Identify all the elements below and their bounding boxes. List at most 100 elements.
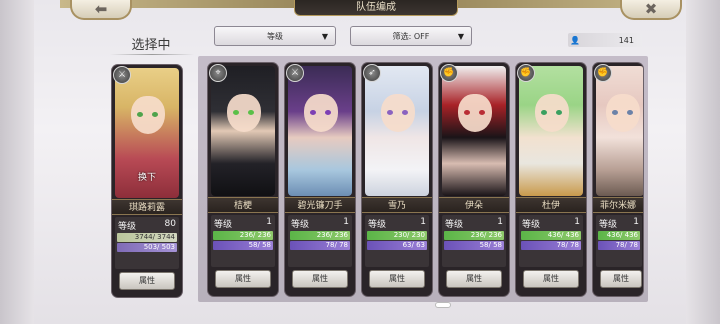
character-portrait xyxy=(211,66,275,196)
level-label: 等级 xyxy=(291,220,310,230)
hp-bar: 230/ 230 xyxy=(367,231,427,240)
attributes-button[interactable]: 属性 xyxy=(119,272,175,290)
sword-type-icon: ⚔ xyxy=(113,66,131,84)
page-title: 队伍编成 xyxy=(294,0,458,16)
level-value: 1 xyxy=(633,217,639,227)
back-arrow-icon: ⬅ xyxy=(94,0,108,18)
attributes-button[interactable]: 属性 xyxy=(292,270,348,288)
character-name: 菲尔米娜 xyxy=(593,197,643,213)
eye xyxy=(541,110,547,115)
roster-count: 141 xyxy=(618,35,634,45)
person-icon: 👤 xyxy=(570,35,580,45)
character-name: 碧光镰刀手 xyxy=(285,197,355,213)
roster-count-box: 👤 141 xyxy=(568,33,642,47)
character-card[interactable]: ✊ 伊朵 等级 1 236/ 236 58/ 58 属性 xyxy=(439,63,509,296)
character-name: 伊朵 xyxy=(439,197,509,213)
hp-bar: 436/ 436 xyxy=(598,231,640,240)
sp-bar: 503/ 503 xyxy=(117,243,177,252)
eye xyxy=(137,112,143,117)
character-card[interactable]: ⚔ 碧光镰刀手 等级 1 236/ 236 78/ 78 属性 xyxy=(285,63,355,296)
character-portrait xyxy=(596,66,643,196)
attributes-button[interactable]: 属性 xyxy=(446,270,502,288)
selecting-underline xyxy=(110,54,194,55)
eye xyxy=(233,110,239,115)
level-value: 1 xyxy=(266,217,272,227)
bow-type-icon: ➶ xyxy=(363,64,381,82)
level-value: 1 xyxy=(574,217,580,227)
sp-bar: 58/ 58 xyxy=(444,241,504,250)
fist-type-icon: ✊ xyxy=(440,64,458,82)
attributes-button[interactable]: 属性 xyxy=(215,270,271,288)
chevron-down-icon: ▼ xyxy=(321,32,328,41)
hp-bar: 236/ 236 xyxy=(213,231,273,240)
character-card[interactable]: ⌖ 桔梗 等级 1 236/ 236 58/ 58 属性 xyxy=(208,63,278,296)
level-value: 80 xyxy=(164,219,176,229)
eye xyxy=(612,110,618,115)
selected-character-card[interactable]: ⚔ 换下 琪路莉露 等级 80 3744/ 3744 503/ 503 属性 xyxy=(112,65,182,297)
character-portrait xyxy=(519,66,583,196)
eye xyxy=(556,110,562,115)
sword-type-icon: ⚔ xyxy=(286,64,304,82)
swap-out-label[interactable]: 换下 xyxy=(112,170,182,183)
sp-bar: 78/ 78 xyxy=(598,241,640,250)
eye xyxy=(325,110,331,115)
sort-dropdown[interactable]: 等级 ▼ xyxy=(214,26,336,46)
eye xyxy=(310,110,316,115)
sort-dropdown-value: 等级 xyxy=(267,31,283,41)
level-label: 等级 xyxy=(118,222,137,232)
attributes-button[interactable]: 属性 xyxy=(369,270,425,288)
sp-bar: 58/ 58 xyxy=(213,241,273,250)
hp-bar: 3744/ 3744 xyxy=(117,233,177,242)
character-card[interactable]: ➶ 雪乃 等级 1 230/ 230 63/ 63 属性 xyxy=(362,63,432,296)
character-stats: 等级 1 230/ 230 63/ 63 xyxy=(365,215,429,267)
character-stats: 等级 1 436/ 436 78/ 78 xyxy=(596,215,642,267)
filter-dropdown-value: 筛选: OFF xyxy=(392,31,430,41)
level-value: 1 xyxy=(497,217,503,227)
eye xyxy=(464,110,470,115)
right-frame xyxy=(686,0,720,324)
sp-bar: 78/ 78 xyxy=(521,241,581,250)
gun-type-icon: ⌖ xyxy=(209,64,227,82)
level-label: 等级 xyxy=(445,220,464,230)
level-value: 1 xyxy=(343,217,349,227)
attributes-button[interactable]: 属性 xyxy=(523,270,579,288)
eye xyxy=(402,110,408,115)
chevron-down-icon: ▼ xyxy=(457,32,464,41)
eye xyxy=(152,112,158,117)
hp-bar: 236/ 236 xyxy=(444,231,504,240)
character-card[interactable]: ✊ 菲尔米娜 等级 1 436/ 436 78/ 78 属性 xyxy=(593,63,643,296)
filter-dropdown[interactable]: 筛选: OFF ▼ xyxy=(350,26,472,46)
character-name: 桔梗 xyxy=(208,197,278,213)
character-name: 雪乃 xyxy=(362,197,432,213)
hp-bar: 236/ 236 xyxy=(290,231,350,240)
character-stats: 等级 1 236/ 236 58/ 58 xyxy=(442,215,506,267)
fist-type-icon: ✊ xyxy=(594,64,612,82)
eye xyxy=(627,110,633,115)
character-portrait xyxy=(442,66,506,196)
page-indicator xyxy=(435,302,451,308)
eye xyxy=(248,110,254,115)
character-card[interactable]: ✊ 杜伊 等级 1 436/ 436 78/ 78 属性 xyxy=(516,63,586,296)
character-name: 琪路莉露 xyxy=(112,199,182,215)
level-label: 等级 xyxy=(522,220,541,230)
character-stats: 等级 80 3744/ 3744 503/ 503 xyxy=(115,217,179,269)
selecting-label: 选择中 xyxy=(131,38,171,53)
eye xyxy=(479,110,485,115)
eye xyxy=(387,110,393,115)
level-label: 等级 xyxy=(599,220,618,230)
character-stats: 等级 1 436/ 436 78/ 78 xyxy=(519,215,583,267)
character-portrait xyxy=(365,66,429,196)
sp-bar: 63/ 63 xyxy=(367,241,427,250)
left-frame xyxy=(0,0,34,324)
character-stats: 等级 1 236/ 236 78/ 78 xyxy=(288,215,352,267)
hp-bar: 436/ 436 xyxy=(521,231,581,240)
attributes-button[interactable]: 属性 xyxy=(600,270,642,288)
level-label: 等级 xyxy=(368,220,387,230)
character-portrait xyxy=(288,66,352,196)
close-icon: ✖ xyxy=(644,0,658,18)
fist-type-icon: ✊ xyxy=(517,64,535,82)
back-button[interactable]: ⬅ xyxy=(70,0,132,20)
close-button[interactable]: ✖ xyxy=(620,0,682,20)
level-label: 等级 xyxy=(214,220,233,230)
character-stats: 等级 1 236/ 236 58/ 58 xyxy=(211,215,275,267)
